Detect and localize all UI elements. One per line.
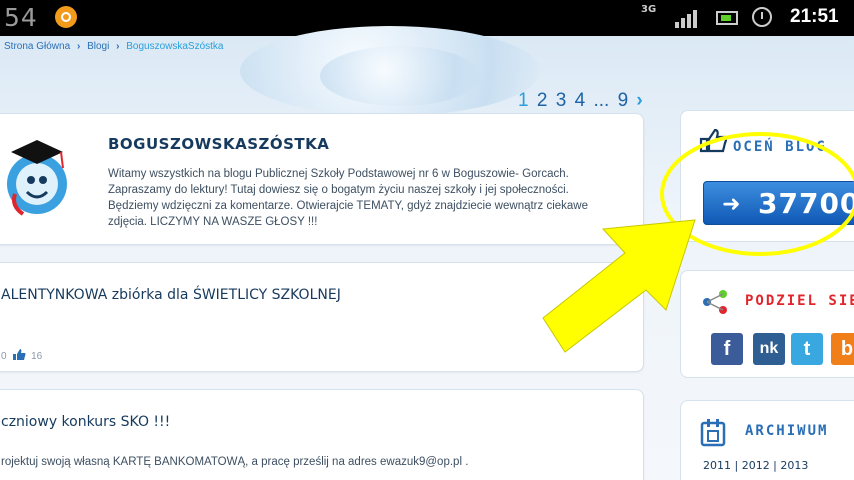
arrow-right-icon: ➜ [722,192,741,217]
blog-title[interactable]: BOGUSZOWSKASZÓSTKA [108,135,329,153]
thumbs-up-icon[interactable] [12,349,26,361]
twitter-icon[interactable]: t [791,333,823,365]
blog-logo[interactable] [1,132,71,222]
archive-heading: ARCHIWUM [745,423,829,439]
page-link-2[interactable]: 2 [537,90,548,111]
post-excerpt: rojektuj swoją własną KARTĘ BANKOMATOWĄ,… [1,456,469,468]
post-meta: 0 16 [1,347,42,362]
battery-icon [716,11,738,25]
breadcrumb-current[interactable]: BoguszowskaSzóstka [126,41,223,52]
share-icon [703,290,727,314]
rate-heading: OCEŃ BLOG [733,139,827,155]
breadcrumb-separator: › [116,41,120,52]
clock: 21:51 [790,6,839,27]
archive-widget: ARCHIWUM 2011 | 2012 | 2013 [680,400,854,480]
next-page-arrow-icon[interactable]: › [636,90,642,111]
nk-icon[interactable]: nk [753,333,785,365]
thumbs-up-icon [699,129,727,153]
rate-blog-widget: OCEŃ BLOG ➜ 37700 [680,110,854,242]
blog-description: Witamy wszystkich na blogu Publicznej Sz… [108,168,588,228]
comment-count: 0 [1,351,7,362]
breadcrumb: Strona Główna › Blogi › BoguszowskaSzóst… [4,41,228,52]
blog-header-card: BOGUSZOWSKASZÓSTKA Witamy wszystkich na … [0,113,644,245]
pagination: 1 2 3 4 ... 9 › [518,90,646,112]
blip-icon[interactable]: b [831,333,854,365]
post-title[interactable]: ALENTYNKOWA zbiórka dla ŚWIETLICY SZKOLN… [1,287,341,303]
rate-button[interactable]: ➜ 37700 [703,181,854,225]
breadcrumb-home[interactable]: Strona Główna [4,41,70,52]
notification-count: 54 [4,3,38,32]
page-link-3[interactable]: 3 [556,90,567,111]
page-link-9[interactable]: 9 [618,90,629,111]
post-title[interactable]: czniowy konkurs SKO !!! [1,414,170,430]
like-count: 16 [31,351,43,362]
page-ellipsis: ... [593,90,610,111]
alarm-icon [752,7,772,27]
archive-years[interactable]: 2011 | 2012 | 2013 [703,459,808,472]
breadcrumb-blogs[interactable]: Blogi [87,41,109,52]
facebook-icon[interactable]: f [711,333,743,365]
page-link-4[interactable]: 4 [575,90,586,111]
post-card[interactable]: ALENTYNKOWA zbiórka dla ŚWIETLICY SZKOLN… [0,262,644,372]
calendar-icon [700,419,726,447]
app-notification-icon [55,6,77,28]
cloud-decoration [320,46,480,106]
share-heading: PODZIEL SIĘ [745,293,854,309]
page-link-1[interactable]: 1 [518,90,529,111]
breadcrumb-separator: › [76,41,81,52]
rate-count: 37700 [758,187,854,220]
share-widget: PODZIEL SIĘ f nk t b [680,270,854,378]
post-card[interactable]: czniowy konkurs SKO !!! rojektuj swoją w… [0,389,644,480]
signal-icon [675,10,701,28]
network-type: 3G [641,4,657,15]
